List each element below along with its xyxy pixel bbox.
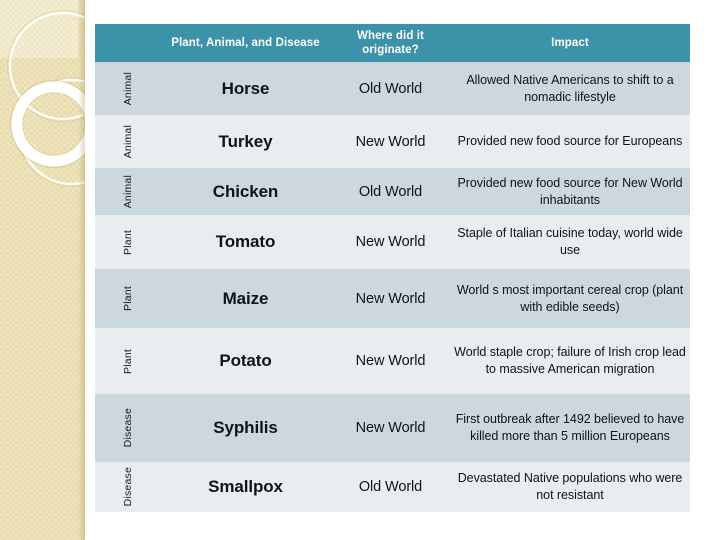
cell-name: Smallpox bbox=[160, 462, 331, 512]
table-row: Animal Turkey New World Provided new foo… bbox=[95, 115, 690, 168]
category-label: Disease bbox=[121, 408, 134, 448]
table-row: Disease Smallpox Old World Devastated Na… bbox=[95, 462, 690, 512]
cell-name: Tomato bbox=[160, 215, 331, 269]
cell-origin: Old World bbox=[331, 462, 450, 512]
cell-name: Syphilis bbox=[160, 394, 331, 462]
cell-origin: New World bbox=[331, 394, 450, 462]
cell-category: Disease bbox=[95, 462, 160, 512]
sidebar-edge-shadow bbox=[78, 0, 85, 540]
column-header-origin: Where did it originate? bbox=[331, 24, 450, 62]
sidebar-circles-graphic bbox=[7, 10, 85, 187]
cell-impact: Provided new food source for New World i… bbox=[450, 168, 690, 215]
cell-category: Disease bbox=[95, 394, 160, 462]
cell-origin: New World bbox=[331, 115, 450, 168]
category-label: Plant bbox=[121, 286, 134, 311]
column-header-name: Plant, Animal, and Disease bbox=[160, 24, 331, 62]
table-row: Animal Chicken Old World Provided new fo… bbox=[95, 168, 690, 215]
table-row: Plant Potato New World World staple crop… bbox=[95, 328, 690, 394]
cell-category: Plant bbox=[95, 269, 160, 328]
cell-origin: New World bbox=[331, 269, 450, 328]
category-label: Disease bbox=[121, 467, 134, 507]
cell-impact: Staple of Italian cuisine today, world w… bbox=[450, 215, 690, 269]
cell-category: Plant bbox=[95, 215, 160, 269]
table-row: Animal Horse Old World Allowed Native Am… bbox=[95, 62, 690, 115]
cell-origin: New World bbox=[331, 328, 450, 394]
cell-origin: Old World bbox=[331, 62, 450, 115]
category-label: Plant bbox=[121, 348, 134, 374]
category-label: Plant bbox=[121, 229, 134, 255]
table-body: Animal Horse Old World Allowed Native Am… bbox=[95, 62, 690, 512]
table-row: Plant Maize New World World s most impor… bbox=[95, 269, 690, 328]
cell-category: Plant bbox=[95, 328, 160, 394]
cell-origin: Old World bbox=[331, 168, 450, 215]
cell-name: Maize bbox=[160, 269, 331, 328]
cell-name: Chicken bbox=[160, 168, 331, 215]
cell-name: Turkey bbox=[160, 115, 331, 168]
column-header-impact: Impact bbox=[450, 24, 690, 62]
cell-name: Potato bbox=[160, 328, 331, 394]
category-label: Animal bbox=[121, 71, 134, 106]
table-header-row: Plant, Animal, and Disease Where did it … bbox=[95, 24, 690, 62]
table-row: Plant Tomato New World Staple of Italian… bbox=[95, 215, 690, 269]
cell-category: Animal bbox=[95, 168, 160, 215]
cell-origin: New World bbox=[331, 215, 450, 269]
cell-name: Horse bbox=[160, 62, 331, 115]
cell-impact: World s most important cereal crop (plan… bbox=[450, 269, 690, 328]
table-header: Plant, Animal, and Disease Where did it … bbox=[95, 24, 690, 62]
cell-impact: Provided new food source for Europeans bbox=[450, 115, 690, 168]
thick-white-ring-inner-shadow bbox=[22, 92, 85, 156]
decorative-sidebar bbox=[0, 0, 85, 540]
thick-white-ring bbox=[11, 81, 85, 167]
cell-impact: Allowed Native Americans to shift to a n… bbox=[450, 62, 690, 115]
cell-category: Animal bbox=[95, 62, 160, 115]
cell-impact: First outbreak after 1492 believed to ha… bbox=[450, 394, 690, 462]
column-header-category bbox=[95, 24, 160, 62]
columbian-exchange-table: Plant, Animal, and Disease Where did it … bbox=[95, 24, 690, 512]
table-row: Disease Syphilis New World First outbrea… bbox=[95, 394, 690, 462]
cell-category: Animal bbox=[95, 115, 160, 168]
category-label: Animal bbox=[121, 174, 134, 209]
cell-impact: Devastated Native populations who were n… bbox=[450, 462, 690, 512]
cell-impact: World staple crop; failure of Irish crop… bbox=[450, 328, 690, 394]
category-label: Animal bbox=[121, 124, 134, 159]
